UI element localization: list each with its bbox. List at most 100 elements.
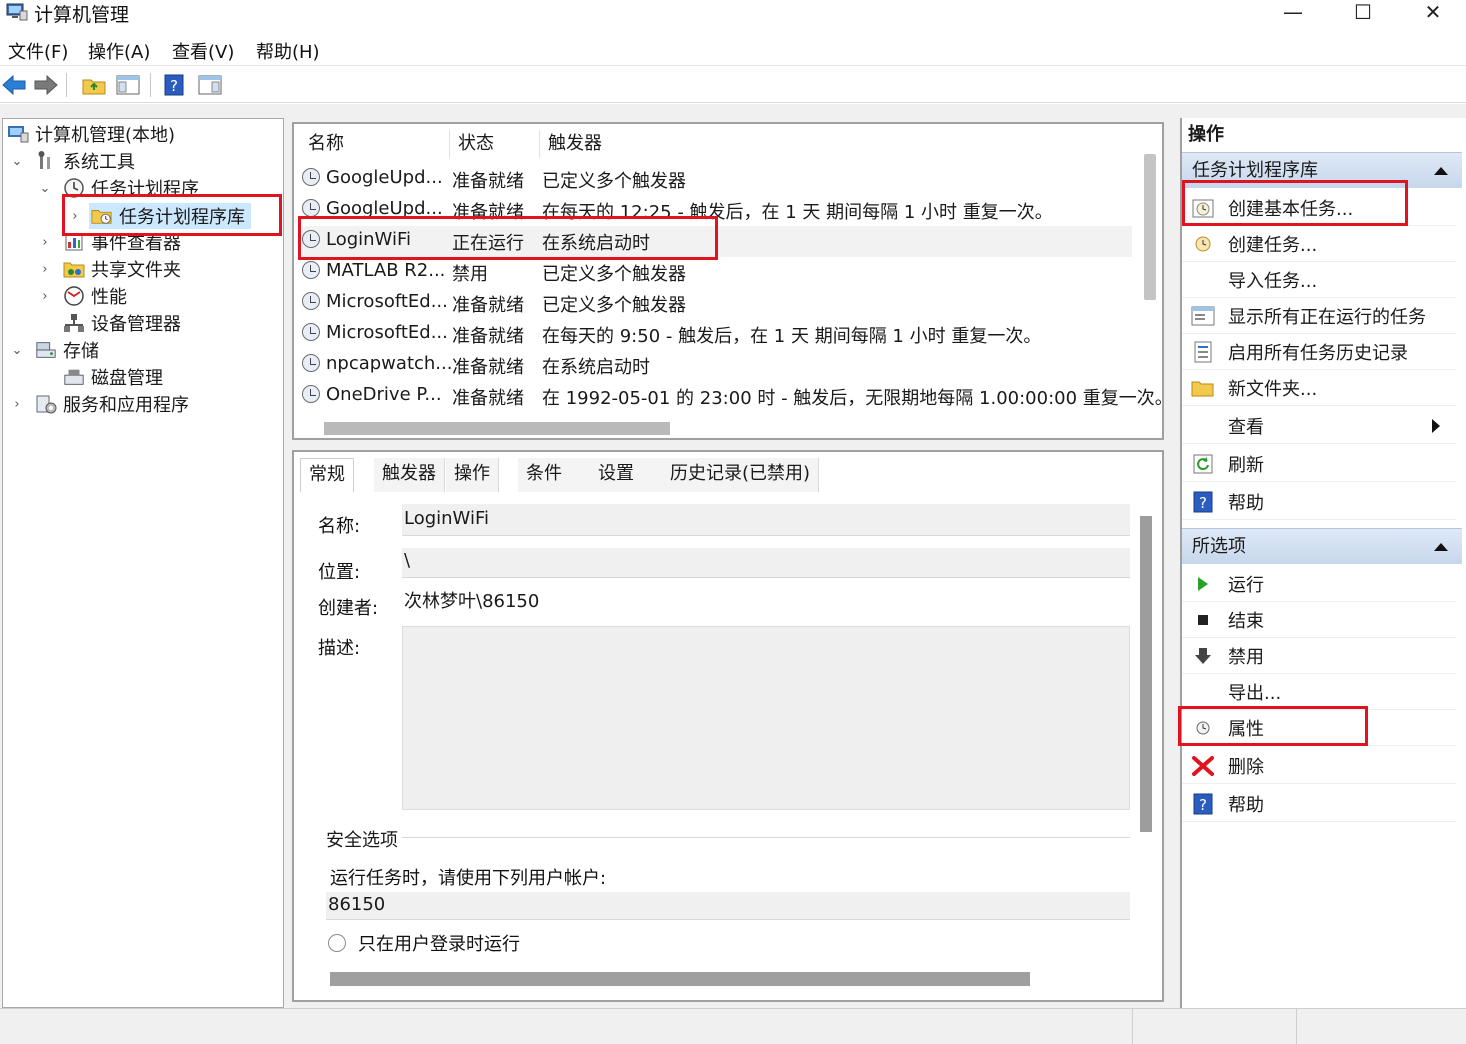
tree-item-event-viewer[interactable]: › 事件查看器 <box>37 229 181 255</box>
collapse-caret-icon[interactable] <box>1434 167 1448 175</box>
task-trigger: 在每天的 9:50 - 触发后，在 1 天 期间每隔 1 小时 重复一次。 <box>542 326 1042 347</box>
help-icon[interactable]: ? <box>160 71 188 99</box>
tree-item-services-apps[interactable]: › 服务和应用程序 <box>9 391 189 417</box>
action-create-task[interactable]: 创建任务... <box>1182 226 1456 262</box>
action-help[interactable]: ? 帮助 <box>1182 484 1456 520</box>
table-row[interactable]: MicrosoftEd... 准备就绪 已定义多个触发器 <box>302 288 1132 319</box>
tab-general[interactable]: 常规 <box>300 458 354 492</box>
table-row[interactable]: GoogleUpd... 准备就绪 已定义多个触发器 <box>302 164 1132 195</box>
run-as-account-field[interactable]: 86150 <box>326 892 1130 920</box>
show-action-pane-icon[interactable] <box>196 71 224 99</box>
help-icon: ? <box>1190 792 1216 816</box>
description-field[interactable] <box>402 626 1130 810</box>
chevron-down-icon[interactable]: ⌄ <box>37 181 53 196</box>
forward-icon[interactable] <box>32 71 60 99</box>
action-run[interactable]: 运行 <box>1182 566 1456 602</box>
author-label: 创建者: <box>318 598 379 619</box>
run-icon <box>1190 572 1216 596</box>
run-only-logged-on-radio[interactable] <box>328 934 346 952</box>
actions-section-selected-label: 所选项 <box>1192 536 1246 557</box>
action-properties[interactable]: 属性 <box>1182 710 1456 746</box>
chevron-right-icon[interactable]: › <box>37 235 53 250</box>
action-view[interactable]: 查看 <box>1182 408 1456 444</box>
action-disable[interactable]: 禁用 <box>1182 638 1456 674</box>
detail-vertical-scrollbar[interactable] <box>1140 516 1152 832</box>
table-row[interactable]: MicrosoftEd... 准备就绪 在每天的 9:50 - 触发后，在 1 … <box>302 319 1132 350</box>
menu-file[interactable]: 文件(F) <box>8 38 68 64</box>
task-list-vertical-scrollbar[interactable] <box>1144 154 1156 300</box>
tree-item-disk-management[interactable]: 磁盘管理 <box>63 364 163 390</box>
tree-item-root[interactable]: 计算机管理(本地) <box>7 121 175 147</box>
computer-management-icon <box>7 124 29 144</box>
task-list-horizontal-scrollbar[interactable] <box>324 422 670 435</box>
action-label: 结束 <box>1228 610 1264 632</box>
menu-view[interactable]: 查看(V) <box>172 38 234 64</box>
actions-section-library[interactable]: 任务计划程序库 <box>1182 152 1462 188</box>
action-show-running-tasks[interactable]: 显示所有正在运行的任务 <box>1182 298 1456 334</box>
tree-item-system-tools[interactable]: ⌄ 系统工具 <box>9 148 135 174</box>
tab-actions[interactable]: 操作 <box>446 458 499 492</box>
tree-item-storage[interactable]: ⌄ 存储 <box>9 337 99 363</box>
tab-settings[interactable]: 设置 <box>590 458 671 492</box>
chevron-right-icon[interactable]: › <box>9 397 25 412</box>
tree-item-task-library[interactable]: › 任务计划程序库 <box>67 203 251 229</box>
tab-conditions[interactable]: 条件 <box>518 458 599 492</box>
name-field[interactable]: LoginWiFi <box>402 504 1130 536</box>
chevron-right-icon[interactable]: › <box>37 289 53 304</box>
create-basic-task-icon <box>1190 196 1216 220</box>
tree-item-shared-folders[interactable]: › 共享文件夹 <box>37 256 181 282</box>
author-field[interactable]: 次林梦叶\86150 <box>402 588 1130 618</box>
action-delete[interactable]: 删除 <box>1182 748 1456 784</box>
chevron-down-icon[interactable]: ⌄ <box>9 343 25 358</box>
tab-triggers[interactable]: 触发器 <box>374 458 445 492</box>
action-new-folder[interactable]: 新文件夹... <box>1182 370 1456 406</box>
action-label: 新文件夹... <box>1228 378 1318 400</box>
close-button[interactable]: ✕ <box>1398 0 1466 24</box>
show-hide-tree-icon[interactable] <box>114 71 142 99</box>
task-clock-icon <box>302 385 320 403</box>
chevron-right-icon[interactable]: › <box>37 262 53 277</box>
action-create-basic-task[interactable]: 创建基本任务... <box>1182 190 1456 226</box>
table-row[interactable]: MATLAB R2... 禁用 已定义多个触发器 <box>302 257 1132 288</box>
table-row-selected[interactable]: LoginWiFi 正在运行 在系统启动时 <box>302 226 1132 257</box>
tree-item-device-manager[interactable]: 设备管理器 <box>63 310 181 336</box>
action-label: 显示所有正在运行的任务 <box>1228 306 1426 328</box>
tree-item-task-scheduler[interactable]: ⌄ 任务计划程序 <box>37 175 199 201</box>
svg-text:?: ? <box>1199 494 1207 512</box>
action-enable-history[interactable]: 启用所有任务历史记录 <box>1182 334 1456 370</box>
collapse-caret-icon[interactable] <box>1434 543 1448 551</box>
detail-horizontal-scrollbar[interactable] <box>330 972 1030 986</box>
actions-section-selected[interactable]: 所选项 <box>1182 528 1462 564</box>
back-icon[interactable] <box>0 71 28 99</box>
task-clock-icon <box>302 292 320 310</box>
action-refresh[interactable]: 刷新 <box>1182 446 1456 482</box>
minimize-button[interactable]: — <box>1258 0 1328 24</box>
action-import-task[interactable]: 导入任务... <box>1182 262 1456 298</box>
action-label: 创建任务... <box>1228 234 1318 256</box>
action-export[interactable]: 导出... <box>1182 674 1456 710</box>
description-label: 描述: <box>318 638 361 659</box>
column-header-trigger[interactable]: 触发器 <box>542 130 1132 158</box>
tree-item-performance[interactable]: › 性能 <box>37 283 127 309</box>
action-end[interactable]: 结束 <box>1182 602 1456 638</box>
up-folder-icon[interactable] <box>80 71 108 99</box>
maximize-button[interactable]: ☐ <box>1328 0 1398 24</box>
svg-text:?: ? <box>170 77 178 95</box>
task-status: 禁用 <box>452 264 488 285</box>
chevron-right-icon[interactable]: › <box>67 209 83 224</box>
security-divider <box>402 837 1130 838</box>
menu-help[interactable]: 帮助(H) <box>256 38 320 64</box>
column-header-status[interactable]: 状态 <box>452 130 540 158</box>
chevron-down-icon[interactable]: ⌄ <box>9 154 25 169</box>
properties-icon <box>1190 716 1216 740</box>
task-list-pane: 名称 状态 触发器 GoogleUpd... 准备就绪 已定义多个触发器 Goo… <box>292 122 1164 440</box>
location-field[interactable]: \ <box>402 548 1130 578</box>
column-header-name[interactable]: 名称 <box>302 130 450 158</box>
table-row[interactable]: GoogleUpd... 准备就绪 在每天的 12:25 - 触发后，在 1 天… <box>302 195 1132 226</box>
action-help-selected[interactable]: ? 帮助 <box>1182 786 1456 822</box>
table-row[interactable]: npcapwatch... 准备就绪 在系统启动时 <box>302 350 1132 381</box>
table-row[interactable]: OneDrive P... 准备就绪 在 1992-05-01 的 23:00 … <box>302 381 1162 412</box>
action-label: 导出... <box>1228 682 1282 704</box>
menu-action[interactable]: 操作(A) <box>88 38 150 64</box>
tab-history[interactable]: 历史记录(已禁用) <box>662 458 820 492</box>
